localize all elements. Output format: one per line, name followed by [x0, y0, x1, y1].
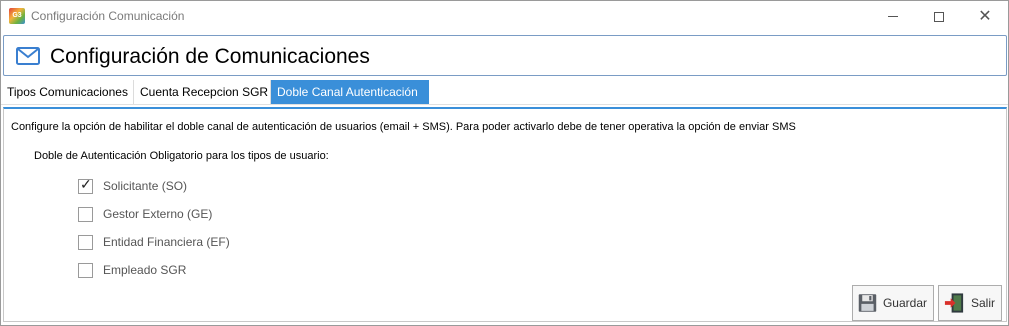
minimize-icon [888, 16, 898, 17]
exit-button-label: Salir [970, 296, 995, 310]
exit-button[interactable]: Salir [938, 285, 1002, 321]
checkbox-entidad-financiera[interactable]: Entidad Financiera (EF) [78, 234, 230, 250]
checkbox-solicitante[interactable]: ✓ Solicitante (SO) [78, 175, 188, 194]
checkbox-label: Entidad Financiera (EF) [103, 235, 230, 249]
save-button[interactable]: Guardar [852, 285, 934, 321]
page-header: Configuración de Comunicaciones [3, 35, 1007, 76]
minimize-button[interactable] [870, 1, 916, 32]
checkbox-empleado-sgr[interactable]: Empleado SGR [78, 262, 186, 278]
save-button-label: Guardar [882, 296, 927, 310]
tab-panel: Configure la opción de habilitar el dobl… [3, 107, 1007, 322]
title-bar[interactable]: G3 Configuración Comunicación ✕ [1, 1, 1008, 32]
close-icon: ✕ [978, 7, 992, 25]
maximize-icon [934, 11, 944, 22]
tab-doble-canal-autenticacion[interactable]: Doble Canal Autenticación [271, 80, 429, 104]
checkbox-box[interactable] [78, 262, 93, 278]
tab-tipos-comunicaciones[interactable]: Tipos Comunicaciones [1, 80, 134, 104]
checkbox-gestor-externo[interactable]: Gestor Externo (GE) [78, 206, 212, 222]
page-title: Configuración de Comunicaciones [50, 45, 370, 68]
user-types-label: Doble de Autenticación Obligatorio para … [34, 150, 329, 162]
tab-strip: Tipos Comunicaciones Cuenta Recepcion SG… [1, 80, 1008, 105]
tab-cuenta-recepcion-sgr[interactable]: Cuenta Recepcion SGR [134, 80, 271, 104]
checkbox-label: Solicitante (SO) [103, 179, 188, 193]
exit-door-icon [944, 293, 964, 313]
maximize-button[interactable] [916, 1, 962, 32]
window-title: Configuración Comunicación [31, 9, 185, 23]
description-text: Configure la opción de habilitar el dobl… [11, 121, 796, 133]
app-logo-icon: G3 [9, 8, 25, 24]
checkbox-box[interactable] [78, 234, 93, 250]
checkbox-label: Empleado SGR [103, 263, 187, 277]
checkbox-box[interactable]: ✓ [78, 175, 93, 194]
checkmark-icon: ✓ [80, 175, 92, 192]
checkbox-label: Gestor Externo (GE) [103, 207, 213, 221]
mail-icon [16, 47, 40, 65]
floppy-disk-icon [858, 294, 877, 312]
config-window: G3 Configuración Comunicación ✕ Configur… [0, 0, 1009, 326]
close-button[interactable]: ✕ [962, 1, 1008, 32]
checkbox-box[interactable] [78, 206, 93, 222]
